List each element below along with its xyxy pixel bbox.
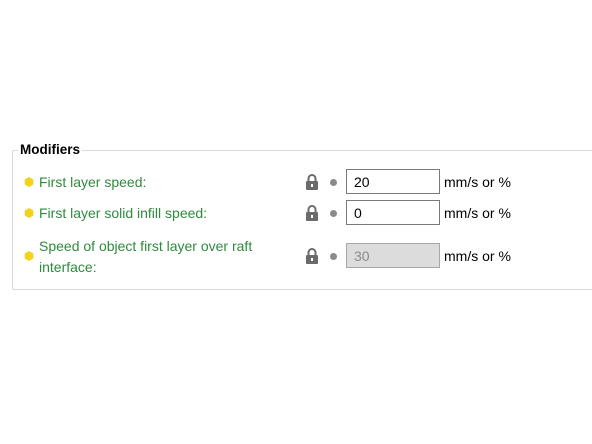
option-label-line2: interface: (39, 259, 97, 275)
hexagon-bullet-icon (24, 177, 34, 187)
unit-label: mm/s or % (444, 205, 511, 221)
unit-label: mm/s or % (444, 174, 511, 190)
hexagon-bullet-icon (24, 208, 34, 218)
option-label: First layer solid infill speed: (39, 205, 208, 221)
hexagon-bullet-icon (24, 251, 34, 261)
dot-icon[interactable] (330, 253, 337, 260)
lock-icon[interactable] (305, 248, 319, 264)
dot-icon[interactable] (330, 210, 337, 217)
first-layer-speed-input[interactable] (346, 169, 440, 194)
first-layer-solid-infill-speed-input[interactable] (346, 200, 440, 225)
group-title: Modifiers (18, 142, 83, 158)
option-label: First layer speed: (39, 174, 147, 190)
lock-icon[interactable] (305, 205, 319, 221)
option-label-line1: Speed of object first layer over raft (39, 238, 253, 254)
unit-label: mm/s or % (444, 248, 511, 264)
raft-interface-speed-input[interactable] (346, 243, 440, 268)
lock-icon[interactable] (305, 174, 319, 190)
dot-icon[interactable] (330, 179, 337, 186)
